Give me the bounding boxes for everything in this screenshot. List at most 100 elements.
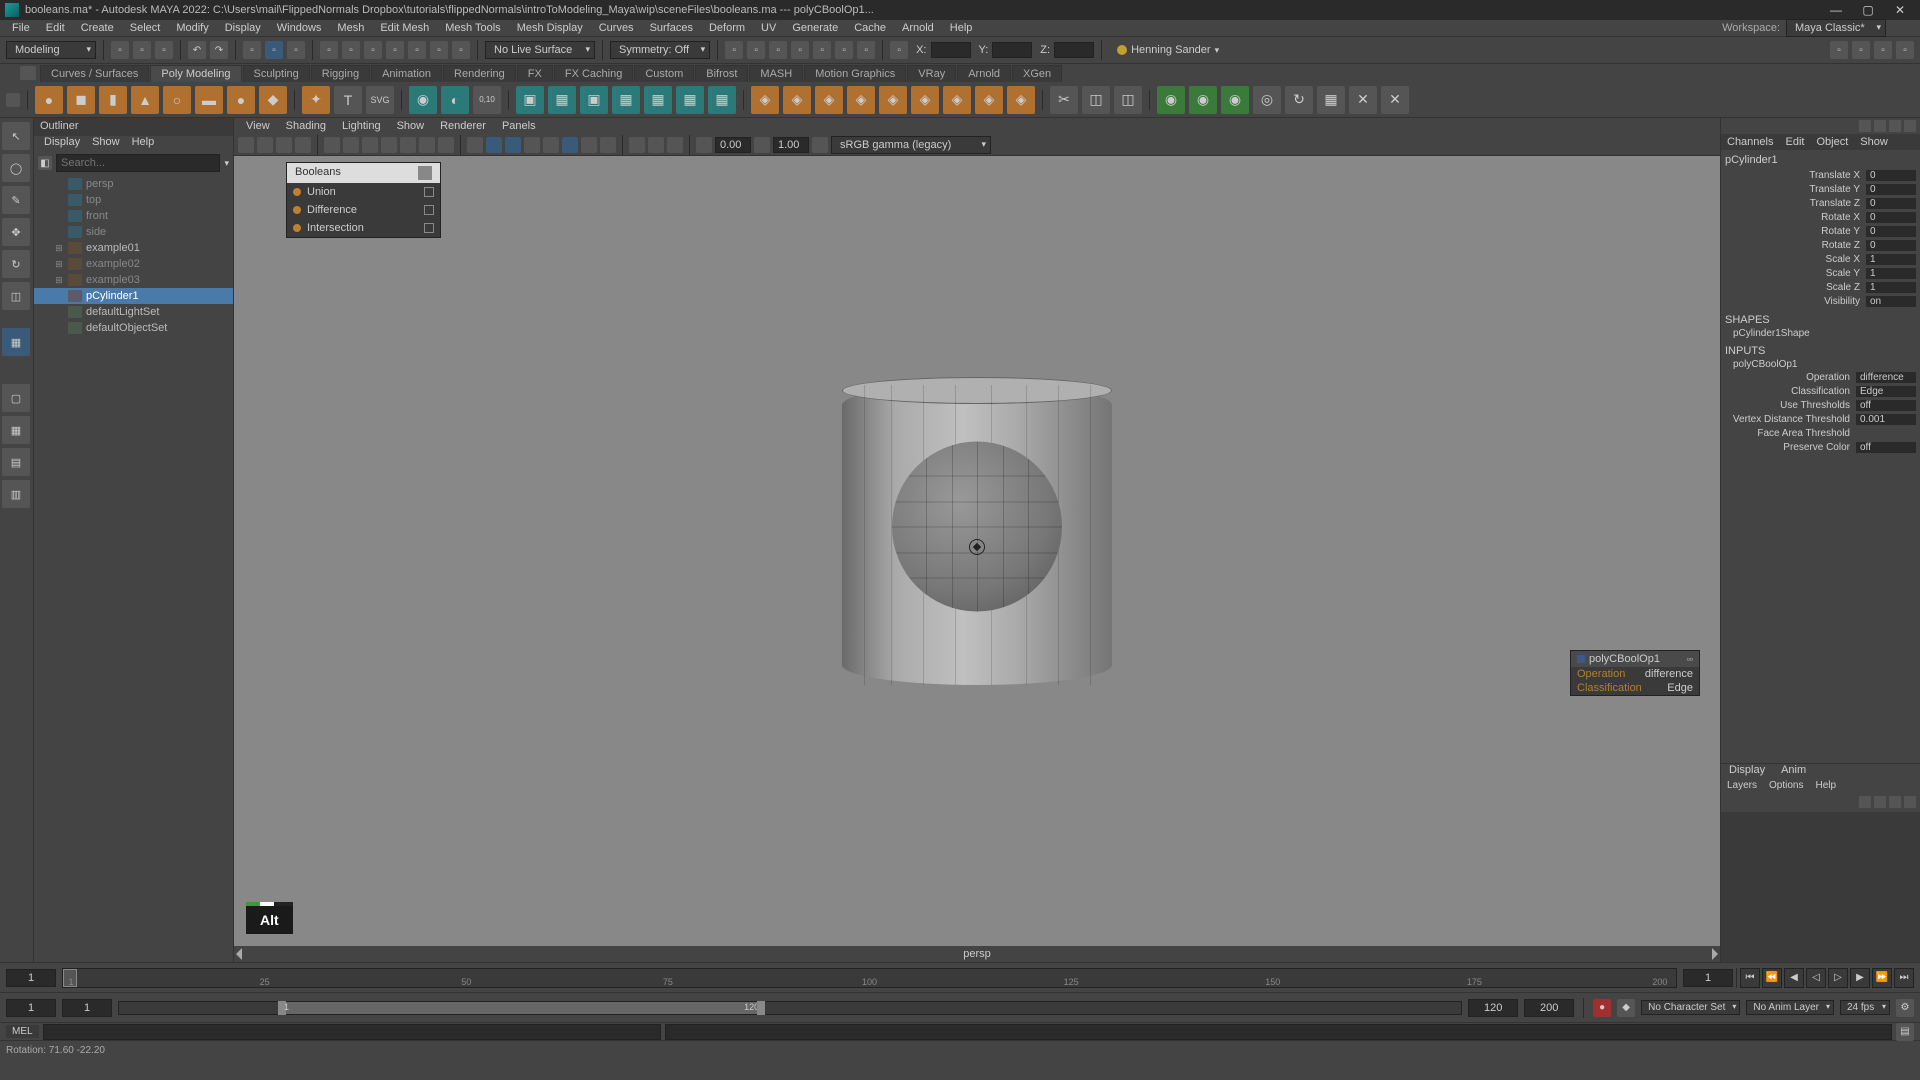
shelf-poly-cylinder-icon[interactable]: ▮ [99,86,127,114]
shelf-tab-mash[interactable]: MASH [749,65,803,82]
rotate-tool-icon[interactable]: ↻ [2,250,30,278]
outliner-menu-show[interactable]: Show [86,136,126,152]
vp-aa-icon[interactable] [600,137,616,153]
outliner-search-input[interactable] [56,154,220,172]
vp-wireframe-icon[interactable] [467,137,483,153]
shelf-tab-motion-graphics[interactable]: Motion Graphics [804,65,906,82]
new-scene-icon[interactable]: ▫ [111,41,129,59]
shelf-bool-union-icon[interactable]: ◉ [1157,86,1185,114]
menu-modify[interactable]: Modify [168,22,216,34]
shelf-tab-poly-modeling[interactable]: Poly Modeling [150,65,241,82]
menu-create[interactable]: Create [73,22,122,34]
cb-icon-3[interactable] [1889,120,1901,132]
layer-new-empty-icon[interactable] [1889,796,1901,808]
attr-rotate-y[interactable]: Rotate Y0 [1725,224,1916,238]
snap-point-icon[interactable]: ▫ [364,41,382,59]
shelf-combine-icon[interactable]: ▣ [516,86,544,114]
menu-cache[interactable]: Cache [846,22,894,34]
move-tool-icon[interactable]: ✥ [2,218,30,246]
vp-safe-action-icon[interactable] [419,137,435,153]
cb-icon-4[interactable] [1904,120,1916,132]
attr-translate-z[interactable]: Translate Z0 [1725,196,1916,210]
outliner-item-pcylinder1[interactable]: pCylinder1 [34,288,233,304]
preset-four-icon[interactable]: ▦ [2,416,30,444]
shelf-circularize-icon[interactable]: ◎ [1253,86,1281,114]
viewport-layout-icon[interactable]: ▦ [2,328,30,356]
outliner-menu-help[interactable]: Help [126,136,161,152]
character-set-dropdown[interactable]: No Character Set [1641,1000,1740,1015]
select-tool-icon[interactable]: ↖ [2,122,30,150]
layer-move-down-icon[interactable] [1874,796,1886,808]
vp-menu-show[interactable]: Show [389,120,433,132]
shelf-connect-icon[interactable]: ✕ [1349,86,1377,114]
outliner-item-example01[interactable]: ⊞example01 [34,240,233,256]
shelf-tab-rigging[interactable]: Rigging [311,65,370,82]
shelf-tab-bifrost[interactable]: Bifrost [695,65,748,82]
menu-curves[interactable]: Curves [591,22,642,34]
vp-lock-camera-icon[interactable] [257,137,273,153]
vp-field-chart-icon[interactable] [400,137,416,153]
go-to-end-icon[interactable]: ⏭ [1894,968,1914,988]
shelf-fill-icon[interactable]: ◈ [847,86,875,114]
command-input[interactable] [43,1024,661,1040]
shelf-bridge-icon[interactable]: ◈ [815,86,843,114]
vp-menu-renderer[interactable]: Renderer [432,120,494,132]
shelf-append-icon[interactable]: ◈ [879,86,907,114]
axis-y-field[interactable] [992,42,1032,58]
input-attr-operation[interactable]: Operationdifference [1725,370,1916,384]
range-track[interactable]: 1 120 [118,1001,1462,1015]
axis-x-field[interactable] [931,42,971,58]
shelf-tab-rendering[interactable]: Rendering [443,65,516,82]
booleans-intersection[interactable]: Intersection [287,219,440,237]
attr-translate-y[interactable]: Translate Y0 [1725,182,1916,196]
shelf-tab-custom[interactable]: Custom [634,65,694,82]
vp-gamma-field[interactable] [773,137,809,153]
attr-scale-z[interactable]: Scale Z1 [1725,280,1916,294]
menu-edit[interactable]: Edit [38,22,73,34]
vp-xray-joints-icon[interactable] [667,137,683,153]
scale-tool-icon[interactable]: ◫ [2,282,30,310]
shelf-smooth-icon[interactable]: ▣ [580,86,608,114]
outliner-item-defaultlightset[interactable]: defaultLightSet [34,304,233,320]
shelf-poly-cone-icon[interactable]: ▲ [131,86,159,114]
menu-generate[interactable]: Generate [784,22,846,34]
booleans-close-icon[interactable] [418,166,432,180]
shelf-spin-icon[interactable]: ↻ [1285,86,1313,114]
attr-rotate-z[interactable]: Rotate Z0 [1725,238,1916,252]
save-scene-icon[interactable]: ▫ [155,41,173,59]
expand-icon[interactable]: ⊞ [54,243,64,254]
step-forward-icon[interactable]: ▶ [1850,968,1870,988]
step-back-icon[interactable]: ◀ [1784,968,1804,988]
menu-mesh[interactable]: Mesh [329,22,372,34]
shelf-poly-sphere-icon[interactable]: ● [35,86,63,114]
shelf-bevel-icon[interactable]: ◈ [783,86,811,114]
layer-move-up-icon[interactable] [1859,796,1871,808]
render-settings-icon[interactable]: ▫ [791,41,809,59]
outliner-item-side[interactable]: side [34,224,233,240]
vp-exposure-icon[interactable] [696,137,712,153]
shelf-target-weld-icon[interactable]: ◈ [975,86,1003,114]
paint-select-tool-icon[interactable]: ✎ [2,186,30,214]
shelf-tab-arnold[interactable]: Arnold [957,65,1011,82]
shelf-merge-icon[interactable]: ◈ [943,86,971,114]
play-back-icon[interactable]: ◁ [1806,968,1826,988]
pause-icon[interactable]: ▫ [857,41,875,59]
outliner-item-persp[interactable]: persp [34,176,233,192]
input-attr-face-area[interactable]: Face Area Threshold [1725,426,1916,440]
input-attr-preserve-color[interactable]: Preserve Coloroff [1725,440,1916,454]
redo-icon[interactable]: ↷ [210,41,228,59]
select-component-icon[interactable]: ▫ [287,41,305,59]
shelf-switcher-icon[interactable] [6,93,20,107]
menu-surfaces[interactable]: Surfaces [642,22,701,34]
sidebar-toggle-1-icon[interactable]: ▫ [1830,41,1848,59]
ts-current-frame-left[interactable] [6,969,56,987]
playback-start-field[interactable] [62,999,112,1017]
shelf-offset-loop-icon[interactable]: ◫ [1114,86,1142,114]
vp-use-lights-icon[interactable] [524,137,540,153]
script-editor-icon[interactable]: ▤ [1896,1023,1914,1041]
vp-textured-icon[interactable] [505,137,521,153]
vp-res-gate-icon[interactable] [362,137,378,153]
vp-exposure-field[interactable] [715,137,751,153]
cb-icon-2[interactable] [1874,120,1886,132]
vp-menu-panels[interactable]: Panels [494,120,544,132]
